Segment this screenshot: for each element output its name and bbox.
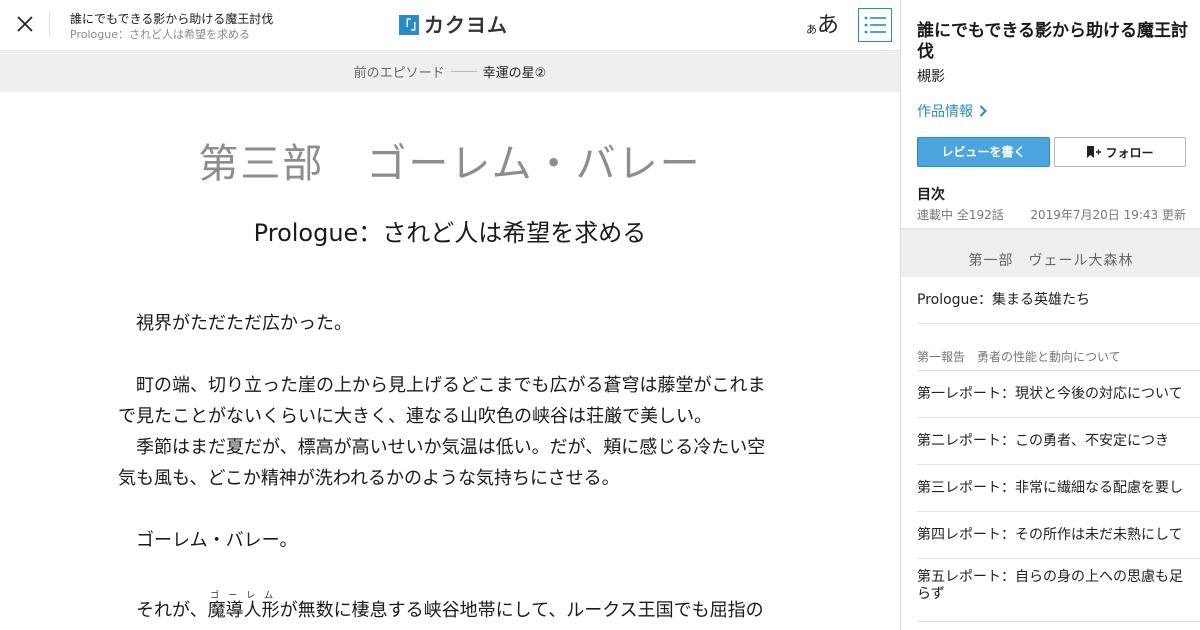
table-of-contents-panel: 誰にでもできる影から助ける魔王討伐 槻影 作品情報 レビューを書く フォロー 目… (900, 0, 1200, 630)
toc-heading: 目次 (917, 187, 945, 203)
logo-text: カクヨム (424, 13, 508, 37)
work-info-label: 作品情報 (917, 104, 973, 120)
write-review-button[interactable]: レビューを書く (917, 137, 1050, 167)
header-work-title[interactable]: 誰にでもできる影から助ける魔王討伐 (70, 10, 390, 28)
toc-list: 第一部 ヴェール大森林 Prologue：集まる英雄たち 第一報告 勇者の性能と… (901, 228, 1200, 622)
toc-episode-link[interactable]: 第三レポート：非常に繊細なる配慮を要し (917, 465, 1200, 512)
paragraph-text-before: それが、 (118, 600, 208, 621)
logo-mark: 「」 (399, 15, 423, 35)
toc-episode-link[interactable]: 第一レポート：現状と今後の対応について (917, 371, 1200, 418)
paragraph: ゴーレム・バレー。 (118, 530, 298, 551)
chapter-title: 第三部 ゴーレム・バレー (198, 141, 702, 187)
toc-episode-link[interactable]: 第四レポート：その所作は未だ未熟にして (917, 512, 1200, 559)
episode-text: 視界がただただ広かった。 町の端、切り立った崖の上から見上げるどこまでも広がる蒼… (118, 308, 778, 626)
previous-episode-title: 幸運の星② (482, 66, 547, 81)
list-icon (864, 16, 886, 34)
close-button[interactable] (13, 12, 37, 36)
reader-header: 誰にでもできる影から助ける魔王討伐 Prologue：されど人は希望を求める 「… (0, 0, 900, 51)
toc-episode-link[interactable]: Prologue：集まる英雄たち (917, 277, 1200, 324)
toc-episode-link[interactable]: 第五レポート：自らの身の上への思慮も足らず (917, 559, 1200, 622)
paragraph: 視界がただただ広かった。 (118, 313, 352, 334)
toc-section-heading: 第一報告 勇者の性能と動向について (917, 324, 1200, 371)
side-author-name[interactable]: 槻影 (917, 66, 945, 86)
toc-updated: 2019年7月20日 19:43 更新 (1030, 208, 1186, 222)
chevron-right-icon (979, 105, 987, 117)
header-divider (49, 12, 50, 36)
paragraph-with-ruby: それが、魔導人形ゴーレムが無数に棲息する峡谷地帯にして、ルークス王国でも屈指の (118, 591, 778, 626)
header-titles: 誰にでもできる影から助ける魔王討伐 Prologue：されど人は希望を求める (70, 10, 390, 42)
font-size-small-glyph: あ (806, 23, 817, 36)
kakuyomu-logo[interactable]: 「」 カクヨム (399, 13, 508, 37)
follow-button[interactable]: フォロー (1054, 137, 1186, 167)
episode-body-area: 第三部 ゴーレム・バレー Prologue：されど人は希望を求める 視界がただた… (0, 92, 900, 630)
toc-part-heading: 第一部 ヴェール大森林 (901, 228, 1200, 277)
close-icon (17, 16, 33, 32)
work-info-link[interactable]: 作品情報 (917, 101, 987, 121)
header-episode-title: Prologue：されど人は希望を求める (70, 28, 250, 41)
font-size-button[interactable]: あ あ (806, 8, 839, 40)
previous-episode-divider (450, 71, 477, 72)
paragraph-text-after: が無数に棲息する峡谷地帯にして、ルークス王国でも屈指の (279, 600, 764, 621)
paragraph: 町の端、切り立った崖の上から見上げるどこまでも広がる蒼穹は藤堂がこれまで見たこと… (118, 375, 766, 427)
ruby-annotation: 魔導人形ゴーレム (207, 591, 280, 621)
ruby-base: 魔導人形 (207, 600, 280, 621)
table-of-contents-button[interactable] (858, 8, 892, 42)
previous-episode-link[interactable]: 前のエピソード 幸運の星② (0, 51, 900, 92)
ruby-reading: ゴーレム (207, 591, 280, 601)
font-size-large-glyph: あ (817, 13, 840, 38)
follow-label: フォロー (1105, 145, 1154, 160)
previous-episode-label: 前のエピソード (353, 66, 445, 81)
toc-status: 連載中 全192話 (917, 208, 1004, 222)
toc-episode-link[interactable]: 第二レポート：この勇者、不安定につき (917, 418, 1200, 465)
paragraph: 季節はまだ夏だが、標高が高いせいか気温は低い。だが、頬に感じる冷たい空気も風も、… (118, 437, 766, 489)
episode-title: Prologue：されど人は希望を求める (253, 219, 647, 247)
toc-meta: 連載中 全192話 2019年7月20日 19:43 更新 (917, 206, 1186, 223)
side-work-title[interactable]: 誰にでもできる影から助ける魔王討伐 (917, 21, 1189, 63)
bookmark-plus-icon (1087, 146, 1102, 158)
